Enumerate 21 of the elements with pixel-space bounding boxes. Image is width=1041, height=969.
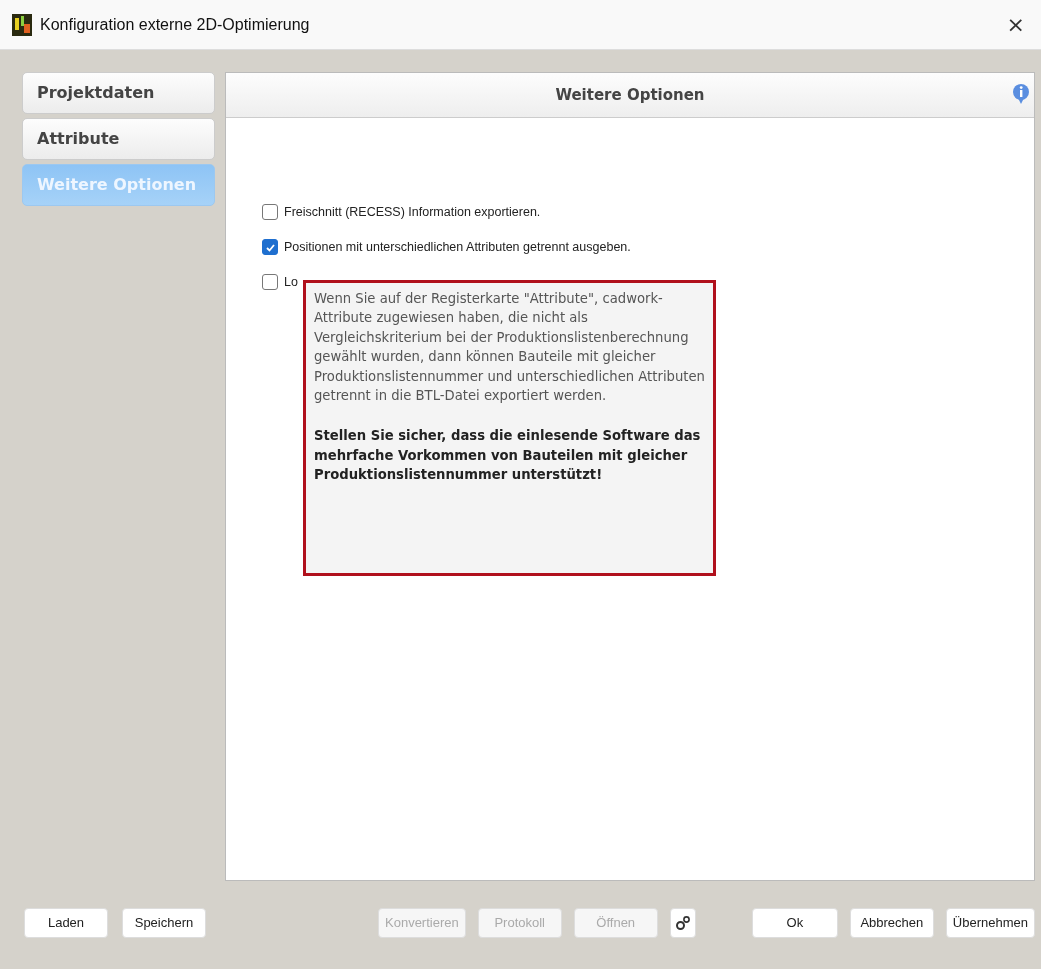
checkbox-label: Positionen mit unterschiedlichen Attributen getrennt ausgeben. <box>284 238 631 256</box>
sidebar-tab[interactable]: Projektdaten <box>22 72 215 114</box>
footer-button[interactable]: Ok <box>751 908 838 938</box>
info-icon[interactable] <box>1012 83 1030 105</box>
panel-title: Weitere Optionen <box>555 84 705 106</box>
footer-button[interactable]: Speichern <box>122 908 206 938</box>
footer-button[interactable]: Laden <box>24 908 108 938</box>
sidebar-tab[interactable]: Attribute <box>22 118 215 160</box>
tooltip-text: Wenn Sie auf der Registerkarte "Attribute", cadwork-Attribute zugewiesen haben, die nicht als Vergleichskriterium bei der Produktionslistenberechnung gewählt wurden, dann können Bauteile mit gleicher Produktionslistennummer und unterschiedlichen Attributen getrennt in die BTL-Datei exportiert werden. <box>314 290 705 406</box>
window-title: Konfiguration externe 2D-Optimierung <box>40 14 310 35</box>
close-button[interactable]: × <box>1002 8 1029 41</box>
settings-icon[interactable] <box>669 908 696 938</box>
checkbox-label: Freischnitt (RECESS) Information exportieren. <box>284 204 541 221</box>
app-logo-icon <box>12 13 32 36</box>
checkbox-label: Lo <box>284 273 298 291</box>
footer-button[interactable]: Übernehmen <box>945 908 1035 938</box>
footer-button[interactable]: Abbrechen <box>849 908 934 938</box>
checkbox[interactable] <box>262 204 278 221</box>
tooltip-text: Stellen Sie sicher, dass die einlesende Software das mehrfache Vorkommen von Bauteilen mit gleicher Produktionslistennummer unterstützt! <box>314 427 702 485</box>
checkbox[interactable] <box>262 239 278 256</box>
checkbox[interactable] <box>262 273 278 290</box>
